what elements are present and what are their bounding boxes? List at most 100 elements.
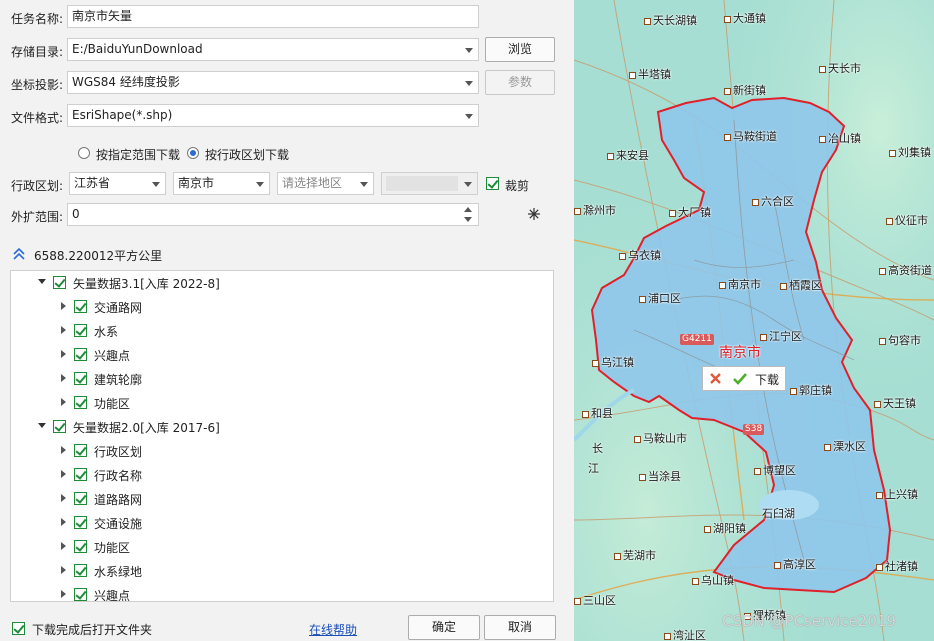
expand-right-icon[interactable] (61, 542, 66, 550)
expand-right-icon[interactable] (61, 566, 66, 574)
expand-right-icon[interactable] (61, 470, 66, 478)
layer-checkbox[interactable] (74, 564, 87, 577)
tree-layer-row[interactable]: 水系 (11, 319, 551, 343)
layer-checkbox[interactable] (74, 540, 87, 553)
save-dir-label: 存储目录: (11, 45, 64, 59)
format-select[interactable]: EsriShape(*.shp) (67, 104, 479, 127)
cancel-button[interactable]: 取消 (484, 615, 556, 640)
place-name: 六合区 (761, 195, 794, 208)
layer-checkbox[interactable] (74, 516, 87, 529)
tree-layer-row[interactable]: 水系绿地 (11, 559, 551, 583)
layer-checkbox[interactable] (74, 468, 87, 481)
expand-right-icon[interactable] (61, 350, 66, 358)
loading-icon (528, 208, 540, 220)
tree-item-label: 水系 (94, 325, 119, 339)
province-select[interactable]: 江苏省 (69, 172, 166, 195)
layer-checkbox[interactable] (74, 372, 87, 385)
layer-checkbox[interactable] (53, 276, 66, 289)
task-name-input[interactable]: 南京市矢量 (67, 5, 479, 28)
expand-down-icon[interactable] (38, 423, 46, 428)
place-name: 高资街道 (888, 264, 932, 277)
online-help-link[interactable]: 在线帮助 (309, 621, 357, 638)
expand-right-icon[interactable] (61, 446, 66, 454)
save-dir-value: E:/BaiduYunDownload (72, 42, 203, 56)
city-select[interactable]: 南京市 (173, 172, 270, 195)
layer-checkbox[interactable] (74, 444, 87, 457)
expand-right-icon[interactable] (61, 590, 66, 598)
layer-checkbox[interactable] (74, 396, 87, 409)
expand-right-icon[interactable] (61, 302, 66, 310)
layer-checkbox[interactable] (74, 492, 87, 505)
chevron-down-icon (465, 81, 473, 86)
expand-right-icon[interactable] (61, 518, 66, 526)
layer-checkbox[interactable] (74, 348, 87, 361)
place-name: 仪征市 (895, 214, 928, 227)
open-folder-checkbox[interactable] (12, 622, 25, 635)
place-dot-icon (724, 15, 731, 23)
place-dot-icon (692, 577, 699, 585)
expand-right-icon[interactable] (61, 374, 66, 382)
expand-right-icon[interactable] (61, 326, 66, 334)
expand-range-input[interactable]: 0 (67, 203, 479, 226)
clip-checkbox[interactable] (486, 177, 499, 190)
close-icon[interactable] (709, 372, 722, 385)
map-place-label: 三山区 (574, 592, 616, 608)
expand-right-icon[interactable] (61, 398, 66, 406)
tree-layer-row[interactable]: 功能区 (11, 391, 551, 415)
mode-range-radio[interactable] (78, 147, 90, 159)
download-button[interactable]: 下载 (755, 371, 779, 388)
place-dot-icon (824, 443, 831, 451)
tree-layer-row[interactable]: 建筑轮廓 (11, 367, 551, 391)
place-name: 句容市 (888, 334, 921, 347)
place-dot-icon (629, 71, 636, 79)
tree-group-row[interactable]: 矢量数据3.1[入库 2022-8] (11, 271, 551, 295)
tree-item-label: 交通路网 (94, 301, 143, 315)
tree-layer-row[interactable]: 功能区 (11, 535, 551, 559)
map-place-label: 新街镇 (724, 82, 766, 98)
place-name: 乌衣镇 (628, 249, 661, 262)
place-dot-icon (874, 400, 881, 408)
mode-admin-radio[interactable] (187, 147, 199, 159)
format-label: 文件格式: (11, 111, 64, 125)
tree-layer-row[interactable]: 道路路网 (11, 487, 551, 511)
place-name: 乌山镇 (701, 574, 734, 587)
road-label: S38 (743, 424, 765, 435)
tree-layer-row[interactable]: 兴趣点 (11, 583, 551, 601)
map-place-label: 溧水区 (824, 438, 866, 454)
tree-item-label: 道路路网 (94, 493, 143, 507)
tree-group-row[interactable]: 矢量数据2.0[入库 2017-6] (11, 415, 551, 439)
spin-down-icon[interactable] (464, 217, 472, 222)
projection-select[interactable]: WGS84 经纬度投影 (67, 71, 479, 94)
layer-checkbox[interactable] (53, 420, 66, 433)
place-dot-icon (634, 435, 641, 443)
spin-up-icon[interactable] (464, 207, 472, 212)
tree-layer-row[interactable]: 行政区划 (11, 439, 551, 463)
admin-division-label: 行政区划: (11, 179, 64, 193)
save-dir-select[interactable]: E:/BaiduYunDownload (67, 38, 479, 61)
tree-layer-row[interactable]: 兴趣点 (11, 343, 551, 367)
download-popup: 下载 (702, 366, 786, 391)
map-place-label: 天王镇 (874, 395, 916, 411)
check-icon[interactable] (732, 372, 748, 385)
tree-layer-row[interactable]: 行政名称 (11, 463, 551, 487)
params-button[interactable]: 参数 (485, 70, 555, 95)
district-select[interactable]: 请选择地区 (277, 172, 374, 195)
place-name: 郭庄镇 (799, 384, 832, 397)
place-dot-icon (879, 337, 886, 345)
expand-down-icon[interactable] (38, 279, 46, 284)
layer-checkbox[interactable] (74, 324, 87, 337)
ok-button[interactable]: 确定 (408, 615, 480, 640)
expand-right-icon[interactable] (61, 494, 66, 502)
layer-checkbox[interactable] (74, 588, 87, 601)
place-dot-icon (876, 563, 883, 571)
collapse-up-icon[interactable] (12, 247, 26, 261)
chevron-down-icon (465, 114, 473, 119)
tree-layer-row[interactable]: 交通路网 (11, 295, 551, 319)
map-view[interactable]: 天长湖镇 大通镇 半塔镇 天长市 新街镇 马鞍街道 冶山镇 来安县 刘集镇 滁州市 六合区 大厂镇 仪征… (574, 0, 934, 641)
tree-layer-row[interactable]: 交通设施 (11, 511, 551, 535)
layer-checkbox[interactable] (74, 300, 87, 313)
place-dot-icon (886, 217, 893, 225)
map-place-label: 博望区 (754, 462, 796, 478)
subdistrict-select[interactable] (381, 172, 478, 195)
browse-button[interactable]: 浏览 (485, 37, 555, 62)
